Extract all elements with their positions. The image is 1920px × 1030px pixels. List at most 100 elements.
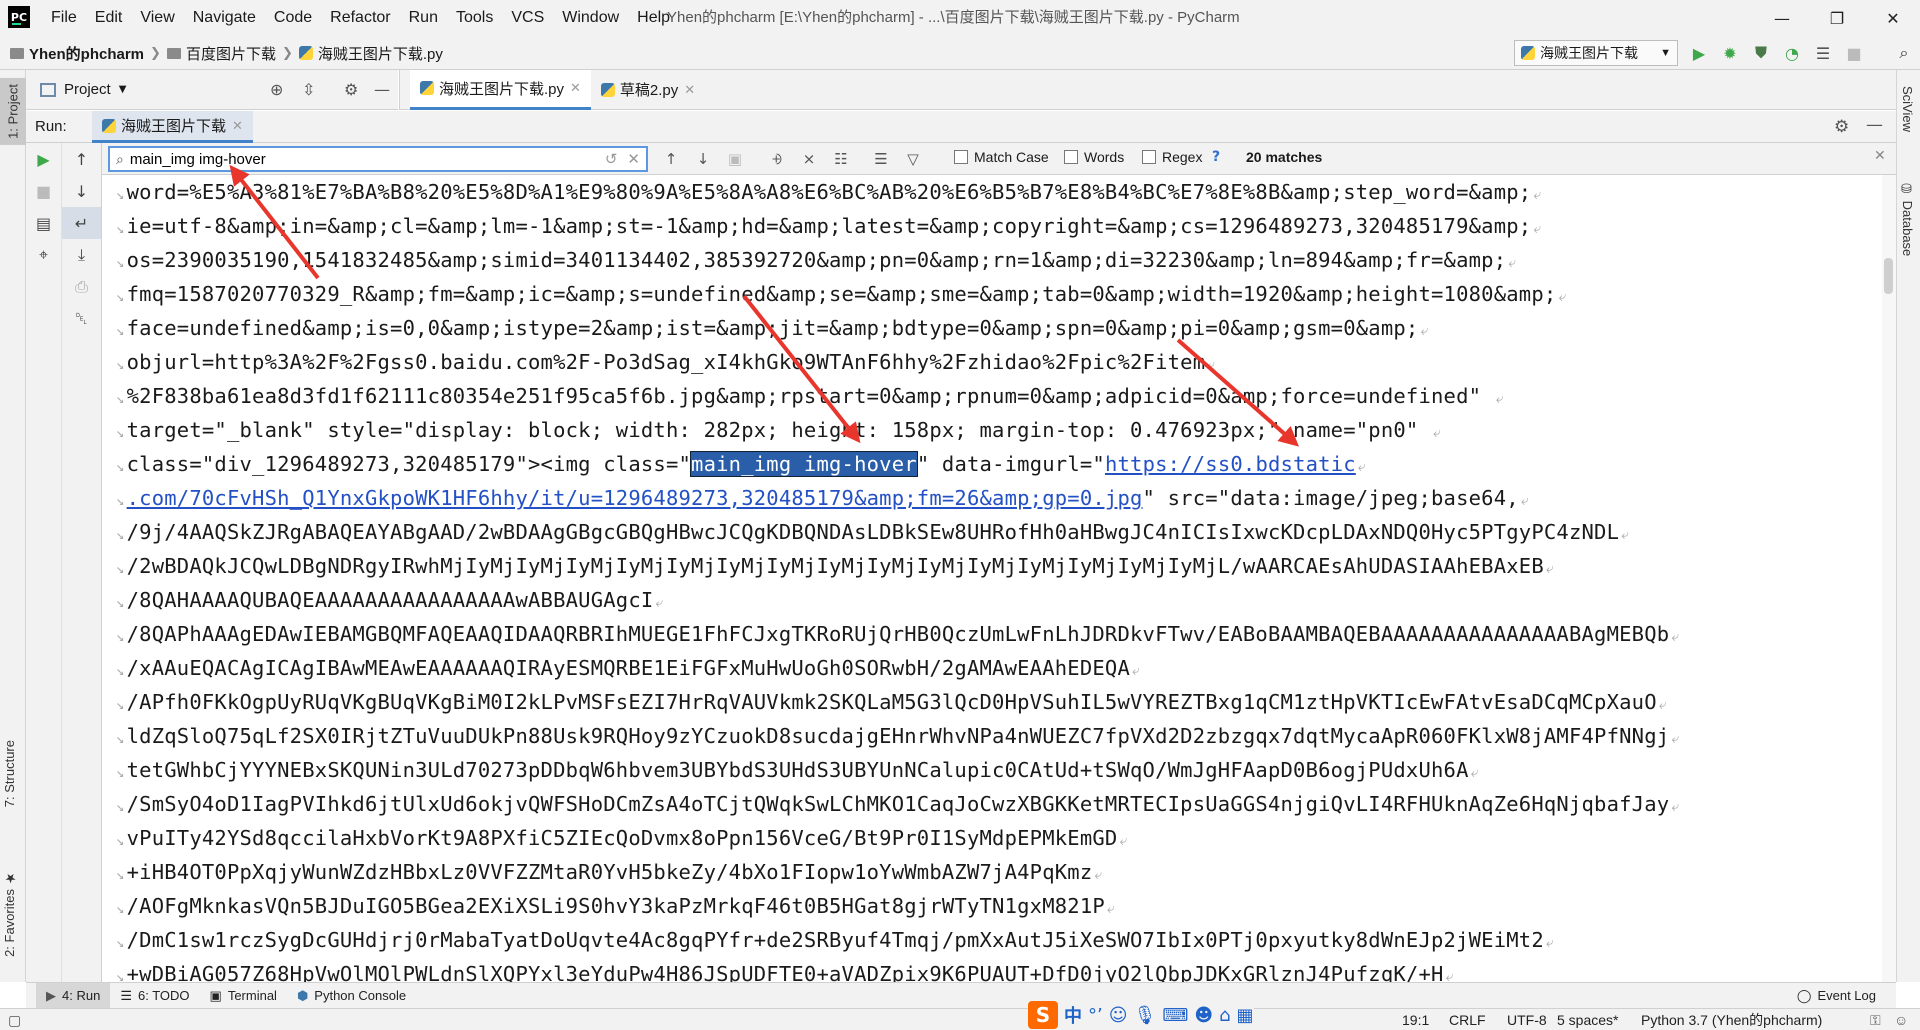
gear-icon[interactable]: ⚙	[344, 80, 358, 99]
punctuation-icon[interactable]: °’	[1088, 1005, 1103, 1026]
run-configuration-dropdown[interactable]: 海贼王图片下载 ▼	[1514, 40, 1678, 66]
bottom-tab-todo[interactable]: ☰ 6: TODO	[110, 983, 199, 1009]
editor-tab-main[interactable]: 海贼王图片下载.py ✕	[410, 69, 591, 110]
close-tab-icon[interactable]: ✕	[232, 118, 243, 134]
profile-button[interactable]: ◔	[1780, 42, 1804, 64]
soft-wrap-button[interactable]: ↵	[62, 207, 101, 239]
locate-file-icon[interactable]: ⊕	[270, 80, 283, 99]
filter-button[interactable]: ▽	[900, 147, 926, 171]
regex-help-icon[interactable]: ?	[1212, 149, 1220, 165]
menu-tools[interactable]: Tools	[447, 0, 502, 36]
breadcrumb-project[interactable]: Yhen的phcharm	[10, 36, 144, 70]
filter-lines-button[interactable]: ☰	[868, 147, 894, 171]
tool-tab-project[interactable]: 1: Project	[0, 78, 26, 145]
concurrency-button[interactable]: ☰	[1811, 42, 1835, 64]
console-line-text: " src="data:image/jpeg;base64,	[1142, 486, 1519, 510]
menu-vcs[interactable]: VCS	[502, 0, 553, 36]
close-tab-icon[interactable]: ✕	[570, 80, 581, 96]
console-line: objurl=http%3A%2F%2Fgss0.baidu.com%2F-Po…	[116, 345, 1215, 379]
ime-logo[interactable]: S	[1028, 1001, 1058, 1029]
words-checkbox[interactable]: Words	[1064, 149, 1124, 165]
close-window-button[interactable]: ✕	[1866, 0, 1920, 36]
gear-icon[interactable]: ⚙	[1834, 117, 1849, 137]
debug-button[interactable]: ✹	[1718, 42, 1742, 64]
toolbox-icon[interactable]: ▦	[1237, 1005, 1254, 1026]
menu-window[interactable]: Window	[553, 0, 628, 36]
tool-tab-database[interactable]: ⛁ Database	[1900, 182, 1915, 256]
console-link[interactable]: https://ss0.bdstatic	[1105, 452, 1356, 476]
python-interpreter[interactable]: Python 3.7 (Yhen的phcharm)	[1641, 1009, 1822, 1030]
scroll-up-button[interactable]: ↑	[62, 143, 101, 175]
close-find-bar-icon[interactable]: ✕	[1874, 148, 1886, 164]
match-case-checkbox[interactable]: Match Case	[954, 149, 1049, 165]
printer-icon: ⎙	[75, 277, 88, 296]
bottom-tab-python-console[interactable]: ⬢ Python Console	[287, 983, 416, 1009]
toggle-tool-windows-icon[interactable]: ▢	[8, 1009, 21, 1030]
bottom-tab-run[interactable]: ▶ 4: Run	[36, 982, 111, 1009]
select-all-occurrences-button[interactable]: ☷	[828, 147, 854, 171]
console-scrollbar[interactable]	[1882, 175, 1896, 982]
project-view-selector[interactable]: Project	[64, 81, 111, 98]
scroll-down-button[interactable]: ↓	[62, 175, 101, 207]
caret-position[interactable]: 19:1	[1402, 1009, 1429, 1030]
maximize-button[interactable]: ❐	[1810, 0, 1864, 36]
file-encoding[interactable]: UTF-8	[1507, 1009, 1547, 1030]
coverage-button[interactable]: ⛊	[1749, 42, 1773, 64]
microphone-icon[interactable]: 🎙	[1134, 1005, 1157, 1026]
lock-icon[interactable]: ⚿	[1870, 1009, 1881, 1030]
scroll-to-end-button[interactable]: ⤓	[62, 239, 101, 271]
menu-file[interactable]: File	[42, 0, 86, 36]
remove-selection-button[interactable]: ⨯	[796, 147, 822, 171]
print-button[interactable]: ⎙	[62, 271, 101, 303]
add-selection-button[interactable]: ⨮	[764, 147, 790, 171]
clear-search-icon[interactable]: ✕	[627, 150, 640, 168]
line-separator[interactable]: CRLF	[1449, 1009, 1486, 1030]
breadcrumb-folder[interactable]: 百度图片下载	[166, 36, 276, 70]
keyboard-icon[interactable]: ⌨	[1162, 1005, 1188, 1026]
restore-layout-button[interactable]: ▤	[26, 207, 61, 239]
tool-tab-structure[interactable]: 7: Structure	[2, 740, 17, 807]
bottom-tab-terminal[interactable]: ▣ Terminal	[200, 983, 287, 1009]
previous-match-button[interactable]: ↑	[658, 147, 684, 171]
console-link[interactable]: .com/70cFvHSh_Q1YnxGkpoWK1HF6hhy/it/u=12…	[127, 486, 1143, 510]
stop-run-button[interactable]: ■	[26, 175, 61, 207]
next-match-button[interactable]: ↓	[690, 147, 716, 171]
breadcrumb-file[interactable]: 海贼王图片下载.py	[298, 36, 443, 70]
menu-run[interactable]: Run	[400, 0, 447, 36]
menu-code[interactable]: Code	[265, 0, 321, 36]
show-all-occurrences-button[interactable]: ▣	[722, 147, 748, 171]
run-button[interactable]: ▶	[1687, 42, 1711, 64]
collapse-all-icon[interactable]: ⇳	[302, 80, 315, 99]
search-history-icon[interactable]: ↺	[605, 150, 618, 168]
menu-navigate[interactable]: Navigate	[184, 0, 265, 36]
rerun-button[interactable]: ▶	[26, 143, 61, 175]
tool-tab-favorites[interactable]: 2: Favorites ★	[2, 870, 17, 957]
pin-tab-button[interactable]: ⌖	[26, 239, 61, 271]
skin-icon[interactable]: ⌂	[1219, 1005, 1230, 1026]
ime-language-toggle[interactable]: 中	[1064, 1002, 1082, 1028]
editor-tab-draft[interactable]: 草稿2.py ✕	[591, 70, 705, 110]
emoji-icon[interactable]: ☺	[1109, 1005, 1128, 1026]
indent-setting[interactable]: 5 spaces*	[1557, 1009, 1618, 1030]
user-icon[interactable]: ☻	[1194, 1005, 1213, 1026]
stop-button[interactable]: ■	[1842, 42, 1866, 64]
search-everywhere-button[interactable]: ⌕	[1892, 42, 1916, 64]
tool-tab-sciview[interactable]: SciView	[1900, 86, 1915, 132]
menu-refactor[interactable]: Refactor	[321, 0, 399, 36]
event-log-button[interactable]: ◯ Event Log	[1787, 983, 1886, 1009]
minimize-button[interactable]: —	[1755, 0, 1809, 36]
chevron-down-icon[interactable]: ▼	[119, 84, 127, 95]
hide-panel-icon[interactable]: —	[374, 80, 390, 99]
clear-all-button[interactable]: ␡	[62, 303, 101, 335]
search-input[interactable]	[129, 150, 605, 168]
console-output[interactable]: word=%E5%A3%81%E7%BA%B8%20%E5%8D%A1%E9%8…	[102, 175, 1882, 982]
console-scrollbar-thumb[interactable]	[1884, 258, 1893, 294]
hide-panel-icon[interactable]: —	[1866, 115, 1883, 135]
menu-edit[interactable]: Edit	[86, 0, 132, 36]
close-tab-icon[interactable]: ✕	[684, 82, 695, 98]
inspector-icon[interactable]: ☺	[1894, 1009, 1908, 1030]
menu-view[interactable]: View	[131, 0, 183, 36]
regex-checkbox[interactable]: Regex	[1142, 149, 1202, 165]
search-box[interactable]: ⌕ ↺ ✕	[108, 146, 648, 172]
run-tab[interactable]: 海贼王图片下载 ✕	[92, 111, 253, 143]
